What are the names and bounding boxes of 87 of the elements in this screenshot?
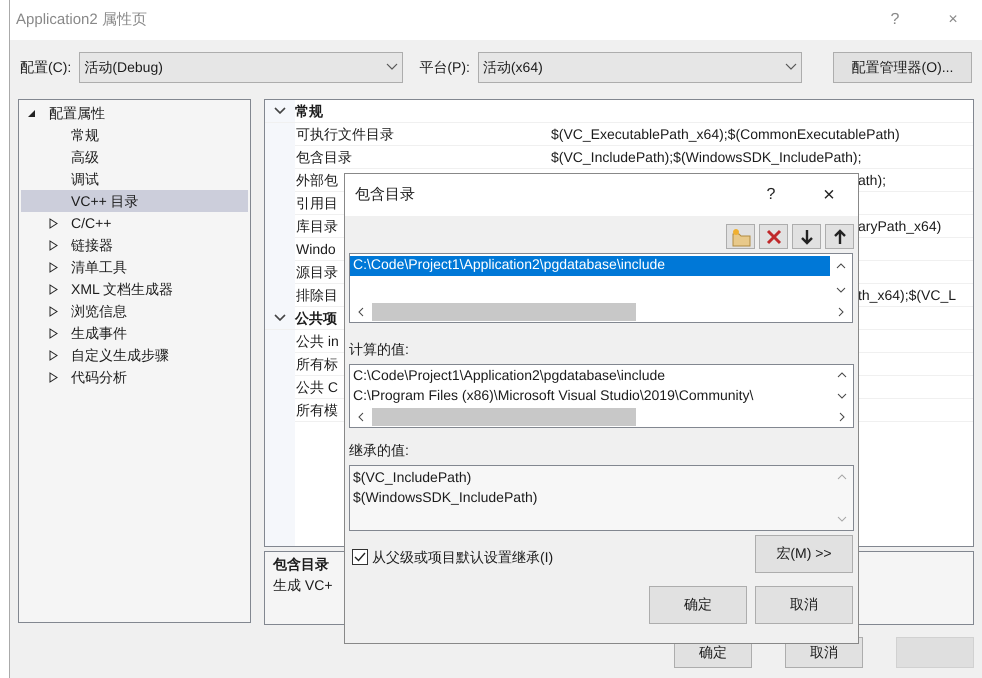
collapsed-icon[interactable] <box>49 350 58 360</box>
tree-item[interactable]: C/C++ <box>21 212 248 234</box>
ok-button[interactable]: 确定 <box>649 586 747 624</box>
collapsed-icon[interactable] <box>49 372 58 382</box>
tree-item[interactable]: VC++ 目录 <box>21 190 248 212</box>
property-value: th_x64);$(VC_L <box>858 286 956 303</box>
tree-item[interactable]: 高级 <box>21 146 248 168</box>
property-name: 公共 C <box>296 378 338 395</box>
up-chevron-icon <box>836 263 846 269</box>
delete-icon <box>764 228 782 246</box>
folder-icon <box>730 226 752 246</box>
property-name: 排除目 <box>296 286 338 303</box>
property-name: 源目录 <box>296 264 338 280</box>
property-value: ath); <box>858 172 886 188</box>
down-chevron-icon <box>836 287 846 293</box>
evaluated-value-label: 计算的值: <box>349 341 410 358</box>
collapsed-icon[interactable] <box>49 240 58 250</box>
property-name: 库目录 <box>296 218 338 234</box>
tree-item[interactable]: 代码分析 <box>21 366 248 388</box>
right-chevron-icon <box>839 412 845 422</box>
help-button[interactable]: ? <box>866 10 924 30</box>
close-button[interactable]: × <box>924 10 982 30</box>
right-chevron-icon <box>838 307 844 317</box>
left-chevron-icon <box>358 412 364 422</box>
caret-icon <box>784 63 797 71</box>
collapsed-icon[interactable] <box>49 306 58 316</box>
inherited-value: $(VC_IncludePath) <box>352 468 472 487</box>
inherited-value: $(WindowsSDK_IncludePath) <box>352 488 538 507</box>
down-chevron-icon <box>837 393 847 400</box>
cancel-button[interactable]: 取消 <box>755 586 853 624</box>
property-name: 引用目 <box>296 194 338 211</box>
down-chevron-icon <box>837 516 847 522</box>
delete-button[interactable] <box>759 224 788 249</box>
collapsed-icon[interactable] <box>49 328 58 338</box>
property-value: aryPath_x64) <box>858 218 942 234</box>
property-name: 外部包 <box>296 172 338 188</box>
move-down-button[interactable] <box>792 224 821 249</box>
inherit-checkbox[interactable] <box>352 548 368 565</box>
configuration-label: 配置(C): <box>20 58 72 76</box>
up-arrow-icon <box>832 228 846 246</box>
property-value: $(VC_ExecutablePath_x64);$(CommonExecutablePath) <box>551 126 900 142</box>
group-header: 公共项 <box>295 310 337 326</box>
description-text: 生成 VC+ <box>273 576 333 594</box>
property-name: 公共 in <box>296 332 339 349</box>
collapsed-icon[interactable] <box>49 262 58 272</box>
close-button[interactable]: × <box>800 183 858 207</box>
dialog-title: 包含目录 <box>355 186 416 204</box>
help-button[interactable]: ? <box>742 185 800 205</box>
down-arrow-icon <box>800 228 814 246</box>
tree-item[interactable]: XML 文档生成器 <box>21 278 248 300</box>
inherited-value-label: 继承的值: <box>349 442 410 459</box>
tree-item[interactable]: 清单工具 <box>21 256 248 278</box>
property-name: 可执行文件目录 <box>296 126 394 142</box>
up-chevron-icon <box>837 474 847 480</box>
scroll-thumb[interactable] <box>372 408 636 426</box>
tree-item[interactable]: 配置属性 <box>21 102 248 124</box>
configuration-dropdown[interactable]: 活动(Debug) <box>79 52 404 82</box>
evaluated-value: C:\Program Files (x86)\Microsoft Visual Studio\2019\Community\ <box>352 386 754 405</box>
property-value: $(VC_IncludePath);$(WindowsSDK_IncludePath); <box>551 148 862 165</box>
tree-item[interactable]: 常规 <box>21 124 248 146</box>
caret-icon <box>386 63 398 71</box>
checkbox-label: 从父级或项目默认设置继承(I) <box>372 548 554 566</box>
collapsed-icon[interactable] <box>49 218 58 228</box>
tree-item[interactable]: 生成事件 <box>21 322 248 344</box>
scroll-thumb[interactable] <box>372 303 636 321</box>
property-name: 包含目录 <box>296 148 352 165</box>
configuration-manager-button[interactable]: 配置管理器(O)... <box>833 52 972 82</box>
property-name: 所有标 <box>296 356 338 372</box>
description-title: 包含目录 <box>273 556 329 573</box>
expanded-icon[interactable] <box>27 108 36 118</box>
tree-item[interactable]: 链接器 <box>21 234 248 256</box>
platform-dropdown[interactable]: 活动(x64) <box>478 52 802 82</box>
group-header: 常规 <box>295 102 323 120</box>
tree-item[interactable]: 调试 <box>21 168 248 190</box>
move-up-button[interactable] <box>825 224 854 249</box>
up-chevron-icon <box>837 372 847 378</box>
window-title: Application2 属性页 <box>16 11 148 29</box>
macros-button[interactable]: 宏(M) >> <box>755 534 853 573</box>
evaluated-value: C:\Code\Project1\Application2\pgdatabase\include <box>352 366 666 385</box>
tree-item[interactable]: 浏览信息 <box>21 300 248 322</box>
property-name: Windo <box>296 240 336 257</box>
collapsed-icon[interactable] <box>49 284 58 294</box>
left-chevron-icon <box>358 307 364 317</box>
directory-entry[interactable]: C:\Code\Project1\Application2\pgdatabase\include <box>350 256 830 276</box>
platform-label: 平台(P): <box>419 58 470 76</box>
property-name: 所有模 <box>296 402 338 418</box>
tree-item[interactable]: 自定义生成步骤 <box>21 344 248 366</box>
